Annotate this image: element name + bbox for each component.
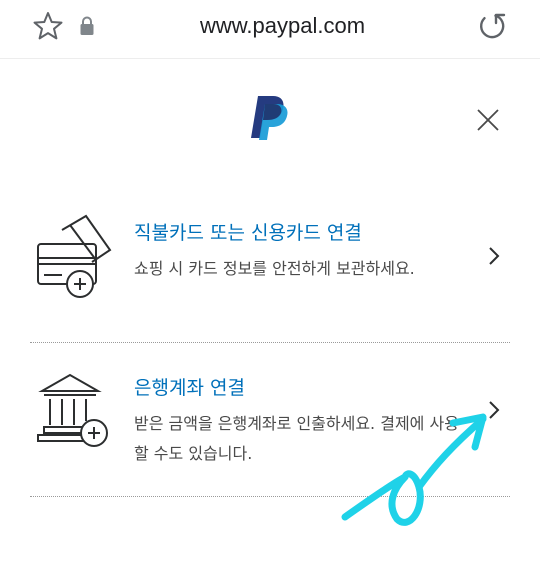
lock-icon bbox=[80, 16, 94, 35]
link-card-description: 쇼핑 시 카드 정보를 안전하게 보관하세요. bbox=[134, 259, 415, 278]
url-text[interactable]: www.paypal.com bbox=[150, 13, 415, 39]
link-bank-title[interactable]: 은행계좌 연결 bbox=[134, 373, 245, 400]
chevron-right-icon bbox=[489, 401, 500, 419]
close-icon[interactable] bbox=[476, 108, 500, 132]
credit-card-add-icon bbox=[37, 214, 112, 298]
address-bar-divider bbox=[0, 58, 540, 59]
paypal-logo bbox=[251, 96, 288, 140]
link-bank-description: 받은 금액을 은행계좌로 인출하세요. 결제에 사용할 수도 있습니다. bbox=[134, 414, 459, 463]
star-icon[interactable] bbox=[33, 11, 63, 41]
browser-address-bar: www.paypal.com bbox=[0, 0, 540, 58]
link-card-title[interactable]: 직불카드 또는 신용카드 연결 bbox=[134, 218, 362, 245]
link-card-option[interactable]: 직불카드 또는 신용카드 연결 쇼핑 시 카드 정보를 안전하게 보관하세요. bbox=[30, 200, 510, 342]
link-bank-option[interactable]: 은행계좌 연결 받은 금액을 은행계좌로 인출하세요. 결제에 사용할 수도 있… bbox=[30, 343, 510, 497]
option-divider bbox=[30, 496, 510, 497]
reload-icon[interactable] bbox=[476, 10, 508, 42]
chevron-right-icon bbox=[489, 247, 500, 265]
bank-add-icon bbox=[37, 373, 108, 447]
